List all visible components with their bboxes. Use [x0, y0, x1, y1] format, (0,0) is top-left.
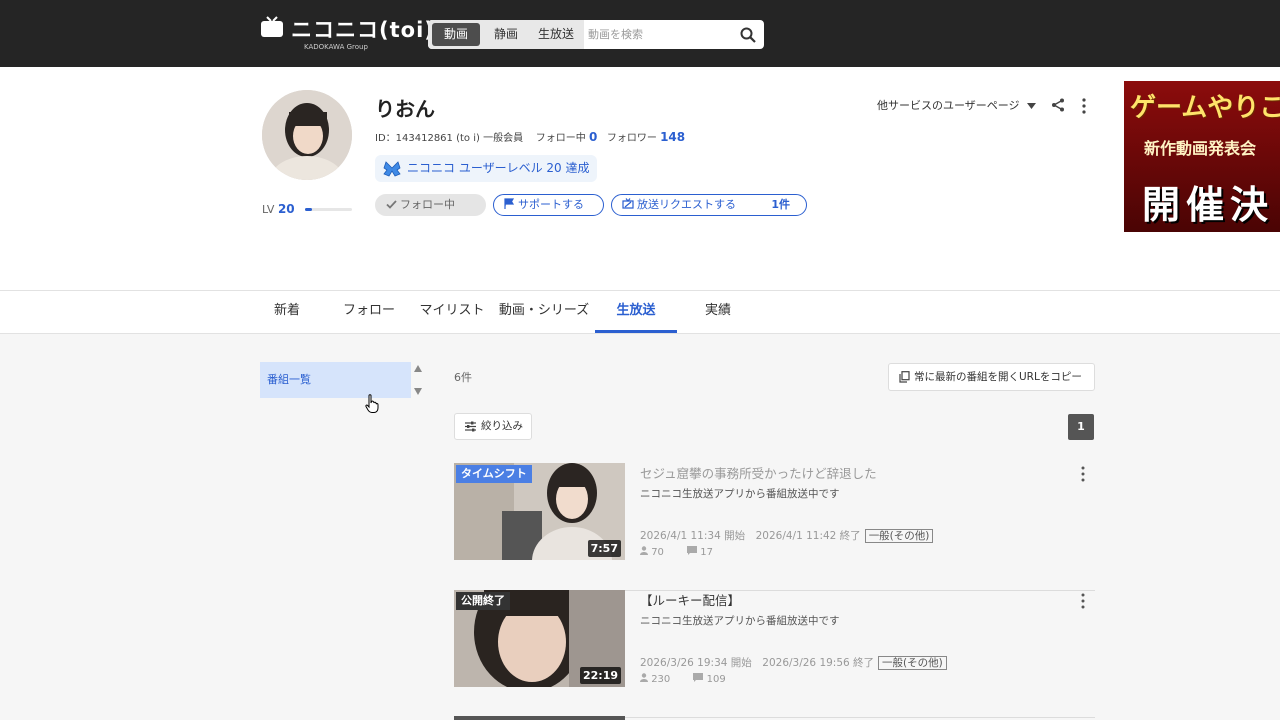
advertisement-banner[interactable]: ゲームやりこ 新作動画発表会 開催決 [1124, 81, 1280, 232]
comment-icon [687, 546, 698, 555]
search-tab-image[interactable]: 静画 [484, 23, 528, 46]
program-thumbnail[interactable]: タイムシフト 7:57 [454, 463, 625, 560]
profile-header: LV 20 りおん ID：143412861 (to i) 一般会員 フォロー中… [0, 67, 1280, 290]
brand-name: ニコニコ(toi) [291, 18, 435, 42]
tv-icon [261, 16, 283, 37]
other-services-dropdown[interactable]: 他サービスのユーザーページ [877, 97, 1037, 113]
followers-count[interactable]: 148 [660, 130, 685, 144]
ad-text-2: 新作動画発表会 [1144, 139, 1257, 158]
flag-icon [504, 198, 515, 209]
search-tab-live[interactable]: 生放送 [532, 23, 580, 46]
tab-follow[interactable]: フォロー [336, 291, 402, 333]
group-name: KADOKAWA Group [304, 43, 368, 51]
ad-text-3: 開催決 [1142, 183, 1275, 227]
avatar [262, 90, 352, 180]
copy-icon [899, 371, 910, 383]
request-count: 1件 [771, 198, 790, 211]
following-count[interactable]: 0 [589, 130, 597, 144]
program-stats: 230 109 [640, 673, 746, 685]
comment-count: 17 [700, 547, 714, 558]
program-thumbnail[interactable]: 公開終了 22:19 [454, 590, 625, 687]
duration-badge: 7:57 [587, 540, 621, 557]
copy-latest-url-button[interactable]: 常に最新の番組を開くURLをコピー [888, 363, 1095, 391]
tab-live[interactable]: 生放送 [595, 291, 677, 333]
list-item[interactable]: 公開終了 22:19 【ルーキー配信】 ニコニコ生放送アプリから番組放送中です … [454, 590, 1095, 718]
category-tag[interactable]: 一般(その他) [878, 656, 947, 670]
viewer-icon [640, 546, 648, 555]
duration-badge: 22:19 [579, 667, 621, 684]
filter-icon [465, 421, 476, 432]
top-bar: ニコニコ(toi) KADOKAWA Group 動画 静画 生放送 [0, 0, 1280, 67]
search-input[interactable] [588, 25, 728, 44]
ad-text-1: ゲームやりこ [1130, 93, 1280, 123]
broadcast-request-button[interactable]: 放送リクエストする 1件 [611, 194, 807, 216]
scroll-up-icon[interactable] [414, 365, 422, 372]
support-button[interactable]: サポートする [493, 194, 604, 216]
tab-new[interactable]: 新着 [260, 291, 314, 333]
search-tab-video[interactable]: 動画 [432, 23, 480, 46]
next-item-thumbnail[interactable] [454, 716, 625, 720]
page-button-1[interactable]: 1 [1068, 414, 1094, 440]
viewer-count: 230 [651, 674, 671, 685]
program-title[interactable]: 【ルーキー配信】 [640, 590, 740, 609]
filter-button[interactable]: 絞り込み [454, 413, 532, 440]
user-name: りおん [375, 97, 435, 121]
user-level-badge: ニコニコ ユーザーレベル 20 達成 [375, 155, 598, 182]
user-id: ID：143412861 (to i) 一般会員 [375, 133, 524, 144]
search-box: 動画 静画 生放送 [428, 20, 764, 49]
followers-label[interactable]: フォロワー [607, 133, 657, 144]
chevron-down-icon [1027, 103, 1037, 109]
scroll-down-icon[interactable] [414, 388, 422, 395]
sidebar-item-program-list[interactable]: 番組一覧 [260, 362, 411, 398]
program-description: ニコニコ生放送アプリから番組放送中です [640, 488, 840, 500]
level-label: LV 20 [262, 202, 295, 216]
tab-videos-series[interactable]: 動画・シリーズ [496, 291, 592, 333]
tab-achievements[interactable]: 実績 [690, 291, 746, 333]
check-icon [386, 200, 397, 209]
follow-button[interactable]: フォロー中 [375, 194, 486, 216]
tab-mylist[interactable]: マイリスト [416, 291, 488, 333]
search-icon[interactable] [740, 27, 756, 43]
level-badge-icon [383, 160, 401, 176]
program-stats: 70 17 [640, 546, 733, 558]
level-value: 20 [277, 202, 295, 216]
user-id-line: ID：143412861 (to i) 一般会員 フォロー中 0 フォロワー 1… [375, 129, 685, 144]
following-label[interactable]: フォロー中 [536, 133, 586, 144]
share-icon[interactable] [1051, 98, 1065, 112]
item-menu-icon[interactable] [1080, 593, 1086, 609]
viewer-icon [640, 673, 648, 682]
comment-icon [693, 673, 704, 682]
list-item[interactable]: タイムシフト 7:57 セジュ窟攀の事務所受かったけど辞退した ニコニコ生放送ア… [454, 463, 1095, 591]
more-options-icon[interactable] [1079, 98, 1089, 114]
level-progress-bar [305, 208, 352, 211]
program-dates: 2026/4/1 11:34 開始 2026/4/1 11:42 終了 一般(その… [640, 528, 934, 543]
ended-label: 公開終了 [456, 592, 510, 610]
program-dates: 2026/3/26 19:34 開始 2026/3/26 19:56 終了 一般(… [640, 655, 947, 670]
viewer-count: 70 [651, 547, 664, 558]
request-icon [622, 198, 634, 209]
comment-count: 109 [706, 674, 726, 685]
program-description: ニコニコ生放送アプリから番組放送中です [640, 615, 840, 627]
program-title[interactable]: セジュ窟攀の事務所受かったけど辞退した [640, 463, 877, 482]
hand-cursor-icon [365, 394, 379, 413]
profile-tabs: 新着 フォロー マイリスト 動画・シリーズ 生放送 実績 [0, 290, 1280, 334]
timeshift-label: タイムシフト [456, 465, 532, 483]
category-tag[interactable]: 一般(その他) [864, 529, 934, 543]
program-count: 6件 [454, 371, 472, 384]
item-menu-icon[interactable] [1080, 466, 1086, 482]
